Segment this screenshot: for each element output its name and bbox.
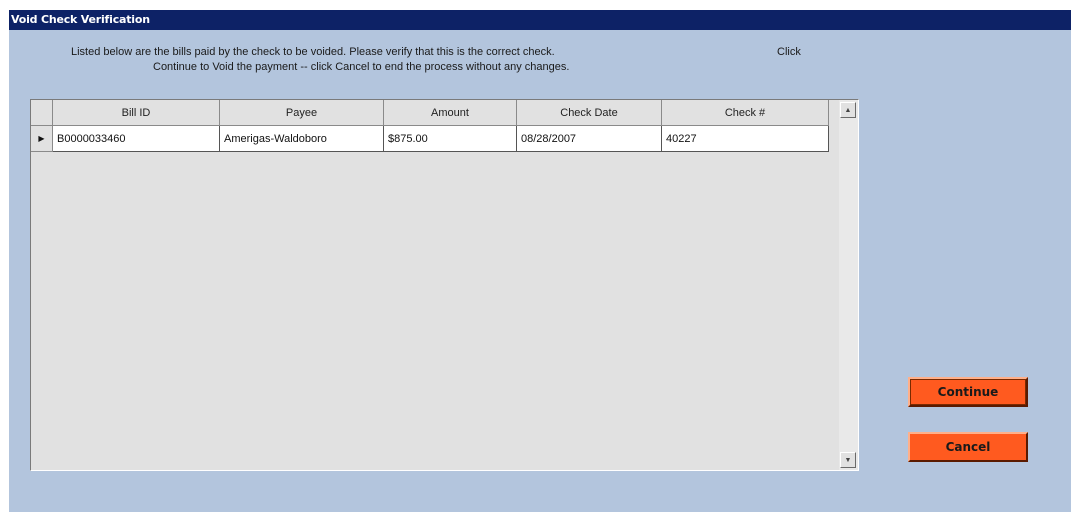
title-bar: Void Check Verification: [9, 10, 1071, 30]
grid-header-row: Bill ID Payee Amount Check Date Check #: [31, 100, 829, 126]
column-header-check-date[interactable]: Check Date: [517, 100, 662, 126]
scroll-up-arrow-icon: ▲: [844, 106, 852, 114]
column-header-check-number[interactable]: Check #: [662, 100, 829, 126]
column-header-payee[interactable]: Payee: [220, 100, 384, 126]
scroll-up-button[interactable]: ▲: [840, 102, 856, 118]
continue-button[interactable]: Continue: [908, 377, 1028, 407]
void-check-window: Void Check Verification Listed below are…: [9, 10, 1071, 512]
cell-amount[interactable]: $875.00: [384, 126, 517, 152]
current-record-arrow-icon: ▶: [38, 134, 45, 143]
column-header-bill-id[interactable]: Bill ID: [53, 100, 220, 126]
vertical-scrollbar[interactable]: ▲ ▼: [839, 100, 858, 470]
cancel-button[interactable]: Cancel: [908, 432, 1028, 462]
cell-payee[interactable]: Amerigas-Waldoboro: [220, 126, 384, 152]
table-row[interactable]: ▶ B0000033460 Amerigas-Waldoboro $875.00…: [31, 126, 829, 152]
scroll-down-arrow-icon: ▼: [844, 456, 852, 464]
cell-check-number[interactable]: 40227: [662, 126, 829, 152]
column-header-amount[interactable]: Amount: [384, 100, 517, 126]
instructions-line-2: Continue to Void the payment -- click Ca…: [153, 61, 570, 73]
record-selector[interactable]: ▶: [31, 126, 53, 152]
bills-grid[interactable]: Bill ID Payee Amount Check Date Check # …: [30, 99, 859, 471]
scroll-down-button[interactable]: ▼: [840, 452, 856, 468]
cell-check-date[interactable]: 08/28/2007: [517, 126, 662, 152]
cell-bill-id[interactable]: B0000033460: [53, 126, 220, 152]
instructions-line-1: Listed below are the bills paid by the c…: [71, 46, 555, 58]
grid-content: Bill ID Payee Amount Check Date Check # …: [31, 100, 839, 470]
header-selector-cell: [31, 100, 53, 126]
instructions-click: Click: [777, 46, 801, 58]
window-title: Void Check Verification: [11, 13, 150, 26]
